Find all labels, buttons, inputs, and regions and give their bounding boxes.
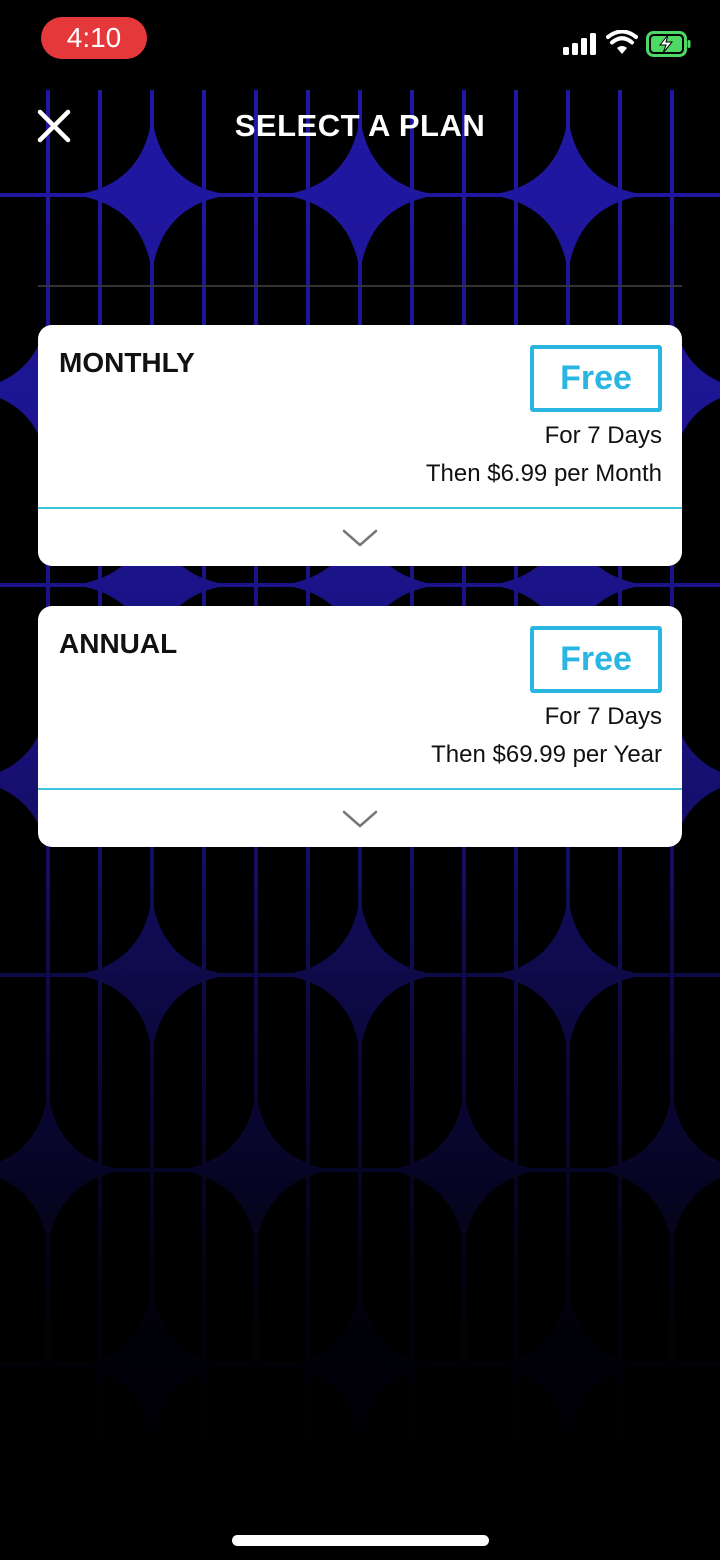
status-time: 4:10 (41, 17, 147, 59)
chevron-down-icon (342, 810, 378, 827)
chevron-down-icon (342, 529, 378, 546)
header: SELECT A PLAN (0, 90, 720, 166)
pattern-star (386, 1092, 542, 1248)
expand-plan-button[interactable] (38, 509, 682, 566)
expand-plan-button[interactable] (38, 790, 682, 847)
pattern-star (282, 1287, 438, 1443)
trial-duration: For 7 Days (544, 422, 662, 449)
pattern-star (594, 1092, 720, 1248)
battery-charging-icon (646, 31, 691, 57)
pattern-star (178, 1092, 334, 1248)
trial-duration: For 7 Days (544, 703, 662, 730)
status-bar: 4:10 (0, 0, 720, 78)
home-indicator[interactable] (232, 1535, 489, 1546)
free-badge: Free (530, 345, 662, 412)
pattern-star (0, 1092, 126, 1248)
plan-name: MONTHLY (59, 347, 195, 378)
plan-name: ANNUAL (59, 628, 178, 659)
pattern-star (282, 897, 438, 1053)
plan-card-monthly[interactable]: MONTHLY Free For 7 Days Then $6.99 per M… (38, 325, 682, 566)
page-title: SELECT A PLAN (234, 108, 486, 143)
pattern-star (490, 897, 646, 1053)
header-divider (38, 285, 682, 287)
wifi-icon (606, 30, 638, 54)
close-icon (37, 109, 71, 143)
close-button[interactable] (26, 98, 82, 154)
signal-icon (563, 33, 596, 55)
plan-price: Then $69.99 per Year (431, 741, 662, 768)
pattern-star (74, 897, 230, 1053)
free-badge: Free (530, 626, 662, 693)
plan-price: Then $6.99 per Month (425, 460, 662, 487)
pattern-star (74, 1287, 230, 1443)
plan-card-annual[interactable]: ANNUAL Free For 7 Days Then $69.99 per Y… (38, 606, 682, 847)
pattern-star (490, 1287, 646, 1443)
